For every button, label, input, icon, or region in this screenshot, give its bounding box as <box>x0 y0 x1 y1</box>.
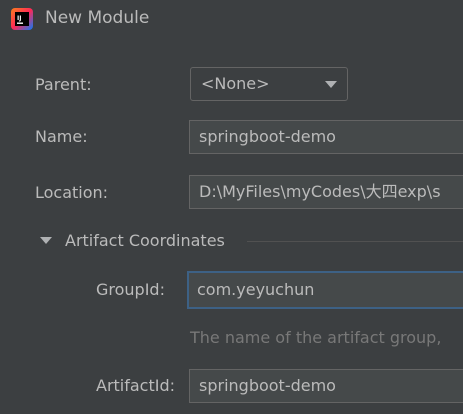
intellij-idea-icon: IJ <box>11 8 33 30</box>
chevron-down-icon <box>325 81 337 88</box>
parent-select-value: <None> <box>201 74 270 93</box>
artifact-id-field[interactable]: springboot-demo <box>189 369 463 403</box>
parent-select[interactable]: <None> <box>190 67 348 101</box>
title-bar: IJ New Module <box>0 0 463 38</box>
group-id-label: GroupId: <box>96 280 165 299</box>
name-field[interactable]: springboot-demo <box>189 120 463 154</box>
window-title: New Module <box>45 8 150 28</box>
location-label: Location: <box>35 183 109 202</box>
location-field[interactable]: D:\MyFiles\myCodes\大四exp\s <box>189 175 463 209</box>
group-id-hint: The name of the artifact group, <box>190 328 442 347</box>
name-label: Name: <box>35 127 88 146</box>
artifact-id-label: ArtifactId: <box>96 376 176 395</box>
collapse-toggle-icon[interactable] <box>40 237 52 244</box>
group-id-field[interactable]: com.yeyuchun <box>187 271 463 309</box>
section-title[interactable]: Artifact Coordinates <box>65 231 225 250</box>
svg-text:IJ: IJ <box>17 15 21 22</box>
section-divider <box>247 241 463 242</box>
parent-label: Parent: <box>35 75 92 94</box>
